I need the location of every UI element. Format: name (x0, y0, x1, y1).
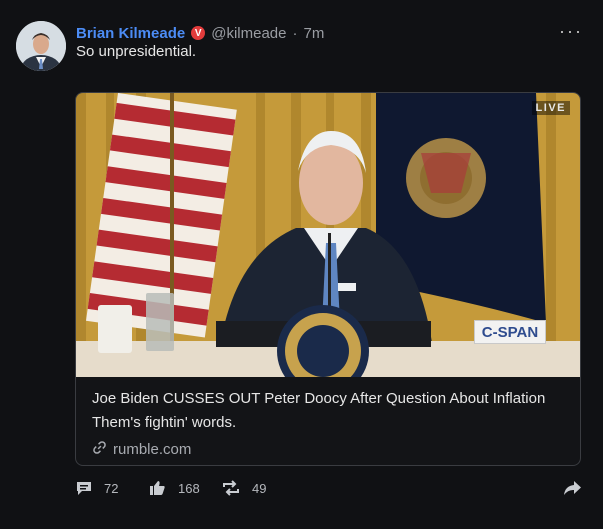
live-badge: LIVE (531, 101, 570, 115)
post-time[interactable]: 7m (303, 25, 324, 42)
card-title[interactable]: Joe Biden CUSSES OUT Peter Doocy After Q… (92, 390, 545, 407)
author-name[interactable]: Brian Kilmeade (76, 25, 185, 42)
more-options-icon[interactable]: ··· (559, 21, 583, 42)
post-header: Brian Kilmeade V @kilmeade · 7m (76, 23, 324, 43)
verified-icon: V (191, 26, 206, 40)
comment-icon (76, 480, 92, 496)
link-preview-card[interactable]: LIVE C-SPAN Joe Biden CUSSES OUT Peter D… (75, 92, 581, 466)
reply-count: 72 (104, 480, 119, 496)
repost-count: 49 (252, 480, 267, 496)
author-handle[interactable]: @kilmeade (211, 25, 286, 42)
like-count: 168 (178, 480, 200, 496)
author-avatar[interactable] (16, 21, 66, 71)
share-icon (563, 480, 582, 496)
repost-icon (222, 480, 240, 496)
link-icon (92, 440, 107, 459)
preview-image: LIVE C-SPAN (76, 93, 580, 377)
cspan-watermark: C-SPAN (474, 320, 546, 344)
like-button[interactable]: 168 (149, 480, 200, 496)
post: Brian Kilmeade V @kilmeade · 7m ··· So u… (0, 0, 603, 529)
repost-button[interactable]: 49 (222, 480, 266, 496)
card-domain[interactable]: rumble.com (92, 440, 191, 459)
card-description: Them's fightin' words. (92, 414, 237, 431)
separator-dot: · (292, 24, 298, 42)
thumbs-up-icon (149, 480, 166, 496)
domain-text: rumble.com (113, 441, 192, 458)
share-button[interactable] (563, 480, 582, 496)
action-bar: 72 168 49 (76, 480, 586, 502)
reply-button[interactable]: 72 (76, 480, 118, 496)
post-text: So unpresidential. (76, 43, 197, 60)
